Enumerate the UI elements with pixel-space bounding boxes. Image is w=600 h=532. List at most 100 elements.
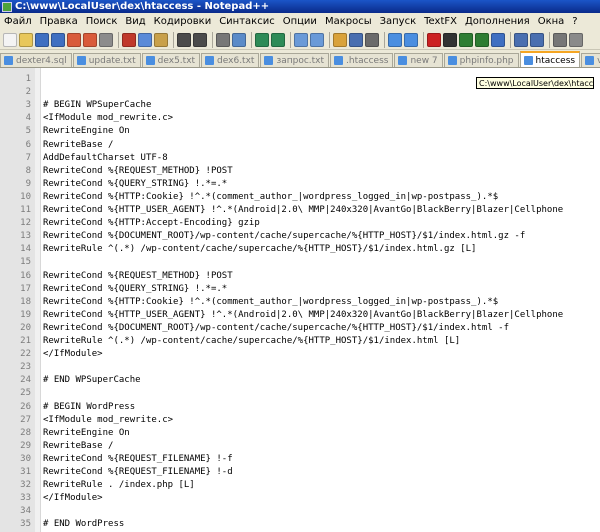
play-macro-icon[interactable] [459,32,473,47]
code-line[interactable]: 4 <IfModule mod_rewrite.c> [0,112,600,125]
code-line[interactable]: 9 RewriteCond %{QUERY_STRING} !.*=.* [0,178,600,191]
code-text[interactable]: RewriteBase / [43,139,113,152]
code-text[interactable]: <IfModule mod_rewrite.c> [43,112,173,125]
code-text[interactable]: RewriteCond %{REQUEST_FILENAME} !-f [43,453,233,466]
save-macro-icon[interactable] [491,32,505,47]
code-line[interactable]: 27 <IfModule mod_rewrite.c> [0,414,600,427]
code-line[interactable]: 3 # BEGIN WPSuperCache [0,99,600,112]
tab-9[interactable]: vdk.ru_dexterlor.sql [581,53,600,67]
menu-item-7[interactable]: Макросы [321,16,376,27]
code-line[interactable]: 13 RewriteCond %{DOCUMENT_ROOT}/wp-conten… [0,230,600,243]
code-line[interactable]: 34 [0,505,600,518]
code-line[interactable]: 8 RewriteCond %{REQUEST_METHOD} !POST [0,165,600,178]
code-text[interactable]: RewriteCond %{DOCUMENT_ROOT}/wp-content/… [43,230,525,243]
menu-item-0[interactable]: Файл [0,16,36,27]
tab-4[interactable]: запрос.txt [260,53,330,67]
code-line[interactable]: 32 RewriteRule . /index.php [L] [0,479,600,492]
paste-icon[interactable] [154,32,168,47]
code-line[interactable]: 16 RewriteCond %{REQUEST_METHOD} !POST [0,270,600,283]
word-wrap-icon[interactable] [333,32,347,47]
code-line[interactable]: 18 RewriteCond %{HTTP:Cookie} !^.*(commen… [0,296,600,309]
code-text[interactable]: RewriteCond %{QUERY_STRING} !.*=.* [43,283,227,296]
code-line[interactable]: 12 RewriteCond %{HTTP:Accept-Encoding} gz… [0,217,600,230]
tab-8[interactable]: htaccess [519,51,581,67]
copy-icon[interactable] [138,32,152,47]
code-line[interactable]: 19 RewriteCond %{HTTP_USER_AGENT} !^.*(An… [0,309,600,322]
new-file-icon[interactable] [3,32,17,47]
cut-icon[interactable] [122,32,136,47]
menu-item-6[interactable]: Опции [279,16,321,27]
open-file-icon[interactable] [19,32,33,47]
code-line[interactable]: 25 [0,387,600,400]
save-icon[interactable] [35,32,49,47]
code-text[interactable]: RewriteCond %{HTTP:Cookie} !^.*(comment_… [43,296,498,309]
print-icon[interactable] [99,32,113,47]
code-line[interactable]: 7 AddDefaultCharset UTF-8 [0,152,600,165]
code-text[interactable]: # BEGIN WordPress [43,401,135,414]
menu-item-1[interactable]: Правка [36,16,82,27]
editor[interactable]: 1 2 3 # BEGIN WPSuperCache 4 <IfModule mod_re… [0,68,600,532]
sync-horizontal-icon[interactable] [310,32,324,47]
move-down-icon[interactable] [530,32,544,47]
code-line[interactable]: 22 </IfModule> [0,348,600,361]
record-macro-icon[interactable] [427,32,441,47]
code-line[interactable]: 26 # BEGIN WordPress [0,401,600,414]
code-line[interactable]: 5 RewriteEngine On [0,125,600,138]
code-line[interactable]: 31 RewriteCond %{REQUEST_FILENAME} !-d [0,466,600,479]
tab-7[interactable]: phpinfo.php [443,53,519,67]
tab-1[interactable]: update.txt [72,53,141,67]
menu-item-9[interactable]: TextFX [420,16,461,27]
code-line[interactable]: 6 RewriteBase / [0,139,600,152]
code-text[interactable]: RewriteCond %{REQUEST_FILENAME} !-d [43,466,233,479]
find-icon[interactable] [216,32,230,47]
save-all-icon[interactable] [51,32,65,47]
code-line[interactable]: 29 RewriteBase / [0,440,600,453]
sync-vertical-icon[interactable] [294,32,308,47]
code-text[interactable]: <IfModule mod_rewrite.c> [43,414,173,427]
code-text[interactable]: # BEGIN WPSuperCache [43,99,151,112]
code-line[interactable]: 10 RewriteCond %{HTTP:Cookie} !^.*(commen… [0,191,600,204]
menu-item-3[interactable]: Вид [121,16,149,27]
code-text[interactable]: RewriteCond %{HTTP:Accept-Encoding} gzip [43,217,260,230]
code-line[interactable]: 35 # END WordPress [0,518,600,531]
code-text[interactable]: RewriteBase / [43,440,113,453]
menu-item-8[interactable]: Запуск [376,16,421,27]
close-icon[interactable] [67,32,81,47]
menu-item-10[interactable]: Дополнения [461,16,534,27]
indent-guide-icon[interactable] [365,32,379,47]
stop-macro-icon[interactable] [443,32,457,47]
code-text[interactable]: RewriteCond %{DOCUMENT_ROOT}/wp-content/… [43,322,509,335]
code-text[interactable]: RewriteCond %{HTTP_USER_AGENT} !^.*(Andr… [43,309,563,322]
menu-item-5[interactable]: Синтаксис [215,16,279,27]
replace-icon[interactable] [232,32,246,47]
tab-6[interactable]: new 7 [394,53,443,67]
code-text[interactable]: RewriteEngine On [43,125,130,138]
function-list-icon[interactable] [404,32,418,47]
code-text[interactable]: RewriteRule ^(.*) /wp-content/cache/supe… [43,243,476,256]
code-text[interactable]: RewriteCond %{HTTP:Cookie} !^.*(comment_… [43,191,498,204]
code-text[interactable]: # END WPSuperCache [43,374,141,387]
code-line[interactable]: 20 RewriteCond %{DOCUMENT_ROOT}/wp-conten… [0,322,600,335]
code-text[interactable]: RewriteCond %{REQUEST_METHOD} !POST [43,270,233,283]
code-text[interactable]: RewriteRule . /index.php [L] [43,479,195,492]
code-line[interactable]: 17 RewriteCond %{QUERY_STRING} !.*=.* [0,283,600,296]
code-line[interactable]: 28 RewriteEngine On [0,427,600,440]
menu-item-12[interactable]: ? [568,16,581,27]
code-line[interactable]: 14 RewriteRule ^(.*) /wp-content/cache/su… [0,243,600,256]
tab-5[interactable]: .htaccess [330,53,394,67]
code-line[interactable]: 15 [0,256,600,269]
zoom-in-icon[interactable] [255,32,269,47]
run-multiple-macro-icon[interactable] [475,32,489,47]
settings-icon[interactable] [553,32,567,47]
misc-icon[interactable] [569,32,583,47]
code-line[interactable]: 24 # END WPSuperCache [0,374,600,387]
close-all-icon[interactable] [83,32,97,47]
undo-icon[interactable] [177,32,191,47]
menu-item-2[interactable]: Поиск [82,16,122,27]
code-text[interactable]: RewriteCond %{HTTP_USER_AGENT} !^.*(Andr… [43,204,563,217]
menu-item-11[interactable]: Окна [534,16,569,27]
code-line[interactable]: 23 [0,361,600,374]
tab-0[interactable]: dexter4.sql [0,53,72,67]
code-line[interactable]: 11 RewriteCond %{HTTP_USER_AGENT} !^.*(An… [0,204,600,217]
code-text[interactable]: RewriteCond %{QUERY_STRING} !.*=.* [43,178,227,191]
